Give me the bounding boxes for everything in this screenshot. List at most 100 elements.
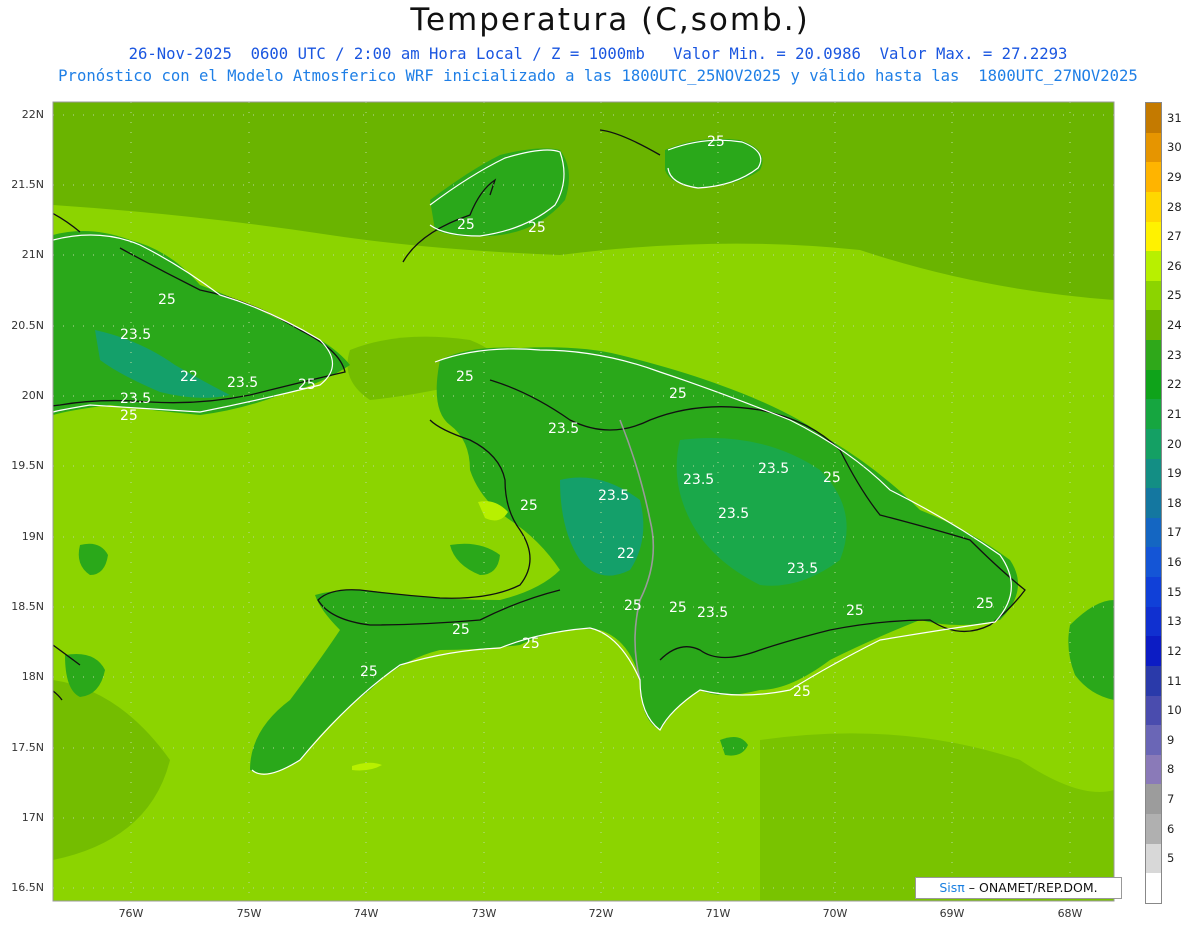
- contour-label: 23.5: [120, 391, 151, 407]
- color-scale-label: 11: [1167, 673, 1182, 688]
- contour-label: 23.5: [718, 506, 749, 522]
- color-scale-bar: [1145, 102, 1162, 904]
- color-scale-swatch: [1146, 280, 1161, 311]
- contour-label: 22: [180, 369, 198, 385]
- lat-label: 18.5N: [11, 600, 44, 613]
- color-scale-label: 22: [1167, 377, 1182, 392]
- contour-label: 25: [457, 217, 475, 233]
- contour-label: 23.5: [548, 421, 579, 437]
- color-scale-swatch: [1146, 606, 1161, 637]
- contour-label: 25: [669, 600, 687, 616]
- color-scale-label: 28: [1167, 199, 1182, 214]
- lat-label: 19.5N: [11, 459, 44, 472]
- contour-label: 23.5: [227, 375, 258, 391]
- color-scale-swatch: [1146, 665, 1161, 697]
- color-scale-label: 20: [1167, 436, 1182, 451]
- lon-label: 73W: [471, 907, 497, 920]
- contour-label: 23.5: [683, 472, 714, 488]
- contour-label: 23.5: [598, 488, 629, 504]
- contour-label: 25: [120, 408, 138, 424]
- lat-label: 20N: [21, 389, 44, 402]
- brand-text: Sisπ: [939, 880, 965, 895]
- color-scale-label: 31: [1167, 110, 1182, 125]
- color-scale-swatch: [1146, 340, 1161, 371]
- lat-label: 17.5N: [11, 741, 44, 754]
- color-scale-swatch: [1146, 458, 1161, 489]
- color-scale-label: 25: [1167, 288, 1182, 303]
- color-scale-label: 9: [1167, 732, 1175, 747]
- color-scale-swatch: [1146, 369, 1161, 400]
- lat-label: 21.5N: [11, 178, 44, 191]
- contour-label: 25: [707, 134, 725, 150]
- lon-label: 74W: [353, 907, 379, 920]
- temperature-map: 25 25 25 25 23.5 22 23.5 25 23.5 25 25 2…: [52, 101, 1115, 902]
- contour-label: 25: [520, 498, 538, 514]
- color-scale-label: 6: [1167, 821, 1175, 836]
- lat-label: 22N: [21, 108, 44, 121]
- lon-label: 69W: [939, 907, 965, 920]
- lat-label: 21N: [21, 248, 44, 261]
- lon-label: 71W: [705, 907, 731, 920]
- lon-label: 72W: [588, 907, 614, 920]
- color-scale-swatch: [1146, 132, 1161, 163]
- credit-text: – ONAMET/REP.DOM.: [964, 880, 1098, 895]
- color-scale-swatch: [1146, 784, 1161, 815]
- lon-label: 70W: [822, 907, 848, 920]
- color-scale-label: 17: [1167, 525, 1182, 540]
- lon-label: 75W: [236, 907, 262, 920]
- color-scale-swatch: [1146, 695, 1161, 726]
- color-scale-label: 26: [1167, 258, 1182, 273]
- lat-label: 17N: [21, 811, 44, 824]
- contour-label: 22: [617, 546, 635, 562]
- color-scale-label: 27: [1167, 229, 1182, 244]
- lat-label: 18N: [21, 670, 44, 683]
- color-scale-label: 15: [1167, 584, 1182, 599]
- color-scale-label: 19: [1167, 466, 1182, 481]
- contour-label: 25: [528, 220, 546, 236]
- color-scale-swatch: [1146, 843, 1161, 874]
- color-scale-label: 16: [1167, 555, 1182, 570]
- contour-label: 25: [976, 596, 994, 612]
- color-scale-swatch: [1146, 636, 1161, 667]
- color-scale-swatch: [1146, 221, 1161, 252]
- contour-label: 25: [846, 603, 864, 619]
- lat-label: 19N: [21, 530, 44, 543]
- color-scale-label: 7: [1167, 792, 1175, 807]
- color-scale-label: 8: [1167, 762, 1175, 777]
- color-scale-label: 10: [1167, 703, 1182, 718]
- color-scale-swatch: [1146, 754, 1161, 785]
- contour-label: 25: [823, 470, 841, 486]
- color-scale-label: 30: [1167, 140, 1182, 155]
- contour-label: 25: [669, 386, 687, 402]
- color-scale-label: 24: [1167, 318, 1182, 333]
- color-scale-swatch: [1146, 547, 1161, 578]
- contour-label: 25: [158, 292, 176, 308]
- color-scale-swatch: [1146, 814, 1161, 845]
- color-scale-swatch: [1146, 310, 1161, 341]
- color-scale-swatch: [1146, 399, 1161, 430]
- contour-label: 25: [298, 377, 316, 393]
- color-scale-label: 13: [1167, 614, 1182, 629]
- color-scale-label: 5: [1167, 851, 1175, 866]
- color-scale-label: 21: [1167, 406, 1182, 421]
- color-scale-swatch: [1146, 428, 1161, 460]
- contour-label: 25: [793, 684, 811, 700]
- credit-box: Sisπ – ONAMET/REP.DOM.: [915, 877, 1122, 899]
- color-scale-swatch: [1146, 103, 1161, 134]
- lat-label: 20.5N: [11, 319, 44, 332]
- color-scale-swatch: [1146, 162, 1161, 193]
- lat-label: 16.5N: [11, 881, 44, 894]
- color-scale-label: 18: [1167, 495, 1182, 510]
- contour-label: 25: [360, 664, 378, 680]
- color-scale-label: 12: [1167, 643, 1182, 658]
- lon-label: 76W: [118, 907, 144, 920]
- color-scale-label: 23: [1167, 347, 1182, 362]
- color-scale-swatch: [1146, 577, 1161, 608]
- color-scale-label: 29: [1167, 169, 1182, 184]
- color-scale-swatch: [1146, 873, 1161, 904]
- contour-label: 25: [456, 369, 474, 385]
- color-scale-swatch: [1146, 191, 1161, 222]
- contour-label: 25: [522, 636, 540, 652]
- color-scale-swatch: [1146, 488, 1161, 519]
- contour-label: 25: [452, 622, 470, 638]
